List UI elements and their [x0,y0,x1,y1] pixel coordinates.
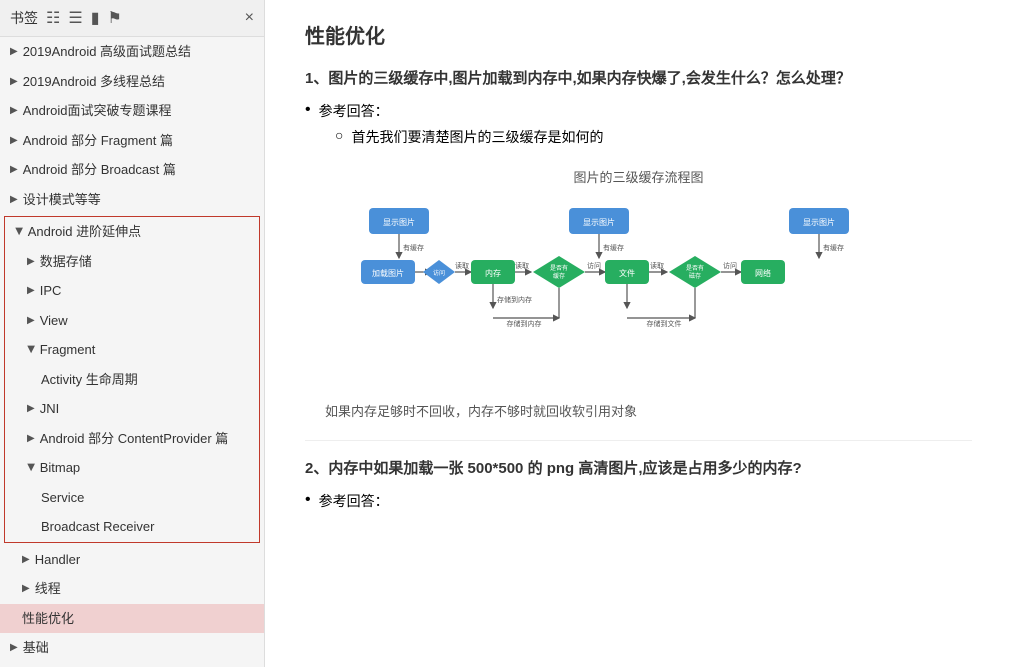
diagram-container: 图片的三级缓存流程图 显示图片 显示图片 显示图片 有缓存 有缓存 有缓存 加载… [305,167,972,381]
grid-icon[interactable]: ☷ [46,8,60,28]
svg-text:是否有: 是否有 [549,264,567,272]
sidebar-item-3[interactable]: ▶ Android面试突破专题课程 [0,96,264,126]
arrow-icon-10: ▶ [27,313,35,328]
svg-text:读取: 读取 [515,261,529,270]
sidebar-item-6[interactable]: ▶ 设计模式等等 [0,185,264,215]
sidebar-item-17[interactable]: Broadcast Receiver [5,512,259,542]
svg-text:存储到文件: 存储到文件 [646,319,681,328]
list-icon[interactable]: ☰ [68,8,82,28]
svg-text:读取: 读取 [455,261,469,270]
sidebar-item-15[interactable]: ▶ Bitmap [5,453,259,483]
arrow-icon-1: ▶ [10,44,18,59]
svg-text:文件: 文件 [619,268,635,278]
svg-text:显示图片: 显示图片 [803,217,835,227]
sidebar-item-13[interactable]: ▶ JNI [5,394,259,424]
sidebar-item-5[interactable]: ▶ Android 部分 Broadcast 篇 [0,155,264,185]
answer-label-1: 参考回答： [319,101,389,121]
close-icon[interactable]: × [245,9,254,27]
sidebar-item-21[interactable]: ▶ 基础 [0,633,264,663]
diagram-title: 图片的三级缓存流程图 [305,167,972,186]
svg-text:有缓存: 有缓存 [403,243,424,252]
answer-label-2: 参考回答： [319,491,389,511]
arrow-icon-7: ▶ [11,228,26,236]
header-label: 书签 [10,8,38,28]
svg-text:磁存: 磁存 [688,272,700,280]
answer-bullet-2: 参考回答： [305,491,972,511]
svg-text:存储到内存: 存储到内存 [506,319,541,328]
sidebar-item-4[interactable]: ▶ Android 部分 Fragment 篇 [0,126,264,156]
sidebar-item-8[interactable]: ▶ 数据存储 [5,247,259,277]
arrow-icon-2: ▶ [10,74,18,89]
sidebar-item-1[interactable]: ▶ 2019Android 高级面试题总结 [0,37,264,67]
answer-bullet-1: 参考回答： [305,101,972,121]
sidebar: 书签 ☷ ☰ ▮ ⚑ × ▶ 2019Android 高级面试题总结 ▶ 201… [0,0,265,667]
answer-sub-1: 首先我们要清楚图片的三级缓存是如何的 [335,127,972,147]
arrow-icon-19: ▶ [22,581,30,596]
sidebar-item-16[interactable]: Service [5,483,259,513]
question-1: 1、图片的三级缓存中,图片加载到内存中,如果内存快爆了,会发生什么？怎么处理？ [305,67,972,91]
diagram-note: 如果内存足够时不回收，内存不够时就回收软引用对象 [325,401,972,420]
arrow-icon-8: ▶ [27,254,35,269]
bookmark-icon[interactable]: ▮ [91,8,100,28]
svg-text:读取: 读取 [650,261,664,270]
arrow-icon-6: ▶ [10,192,18,207]
sidebar-content: ▶ 2019Android 高级面试题总结 ▶ 2019Android 多线程总… [0,37,264,667]
svg-text:有缓存: 有缓存 [823,243,844,252]
svg-text:存储到内存: 存储到内存 [497,295,532,304]
svg-text:加载图片: 加载图片 [372,268,404,278]
arrow-icon-21: ▶ [10,640,18,655]
tag-icon[interactable]: ⚑ [108,8,122,28]
arrow-icon-13: ▶ [27,401,35,416]
question-2: 2、内存中如果加载一张 500*500 的 png 高清图片,应该是占用多少的内… [305,457,972,481]
arrow-icon-15: ▶ [23,464,38,472]
sidebar-item-10[interactable]: ▶ View [5,306,259,336]
arrow-icon-5: ▶ [10,162,18,177]
svg-text:访问: 访问 [432,269,444,277]
arrow-icon-4: ▶ [10,133,18,148]
page-title: 性能优化 [305,20,972,49]
svg-text:访问: 访问 [587,261,601,270]
svg-text:有缓存: 有缓存 [603,243,624,252]
svg-text:缓存: 缓存 [552,272,564,280]
sidebar-item-11[interactable]: ▶ Fragment [5,335,259,365]
sidebar-item-18[interactable]: ▶ Handler [0,545,264,575]
svg-text:显示图片: 显示图片 [383,217,415,227]
svg-text:访问: 访问 [723,261,737,270]
svg-text:内存: 内存 [485,268,501,278]
sidebar-item-2[interactable]: ▶ 2019Android 多线程总结 [0,67,264,97]
svg-text:网络: 网络 [755,268,771,278]
arrow-icon-9: ▶ [27,283,35,298]
sidebar-item-19[interactable]: ▶ 线程 [0,574,264,604]
arrow-icon-11: ▶ [23,346,38,354]
arrow-icon-18: ▶ [22,552,30,567]
svg-text:是否有: 是否有 [685,264,703,272]
sidebar-section-box: ▶ Android 进阶延伸点 ▶ 数据存储 ▶ IPC ▶ View ▶ Fr… [4,216,260,543]
sidebar-item-20[interactable]: 性能优化 [0,604,264,634]
main-content: 性能优化 1、图片的三级缓存中,图片加载到内存中,如果内存快爆了,会发生什么？怎… [265,0,1012,667]
sidebar-header: 书签 ☷ ☰ ▮ ⚑ × [0,0,264,37]
section-divider [305,440,972,441]
arrow-icon-14: ▶ [27,431,35,446]
arrow-icon-3: ▶ [10,103,18,118]
sidebar-item-12[interactable]: Activity 生命周期 [5,365,259,395]
answer-sub-text-1: 首先我们要清楚图片的三级缓存是如何的 [351,127,603,147]
sidebar-item-14[interactable]: ▶ Android 部分 ContentProvider 篇 [5,424,259,454]
flowchart-svg: 显示图片 显示图片 显示图片 有缓存 有缓存 有缓存 加载图片 访问 读取 [359,198,919,378]
sidebar-item-7[interactable]: ▶ Android 进阶延伸点 [5,217,259,247]
sidebar-item-9[interactable]: ▶ IPC [5,276,259,306]
svg-text:显示图片: 显示图片 [583,217,615,227]
